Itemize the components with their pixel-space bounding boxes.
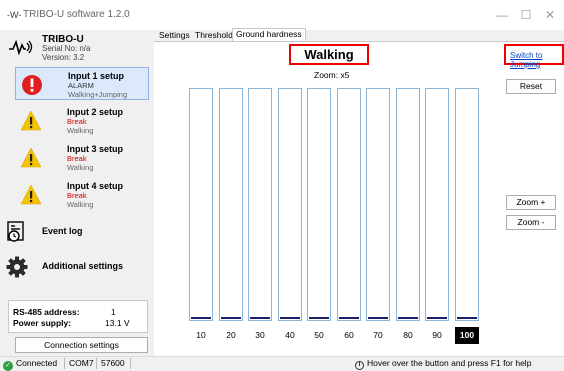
close-button[interactable]: ✕: [536, 6, 564, 24]
level-bar-fill: [398, 317, 418, 319]
level-bar: [337, 88, 361, 321]
level-bar: [278, 88, 302, 321]
divider: [130, 358, 131, 369]
firmware-version: Version: 3.2: [42, 53, 85, 62]
gear-icon: [6, 256, 28, 278]
sidebar-item-input-4[interactable]: Input 4 setup Break Walking: [15, 178, 149, 211]
setup-status: Break: [67, 191, 87, 200]
bar-label[interactable]: 80: [396, 327, 420, 344]
reset-button[interactable]: Reset: [506, 79, 556, 94]
zoom-in-button[interactable]: Zoom +: [506, 195, 556, 210]
level-bar: [455, 88, 479, 321]
level-bar-fill: [280, 317, 300, 319]
level-bar-fill: [368, 317, 388, 319]
level-bar: [366, 88, 390, 321]
signal-wave-icon: [9, 39, 33, 55]
bar-label[interactable]: 90: [425, 327, 449, 344]
setup-status: ALARM: [68, 81, 94, 90]
level-bar: [219, 88, 243, 321]
divider: [64, 358, 65, 369]
divider: [96, 358, 97, 369]
bar-label[interactable]: 60: [337, 327, 361, 344]
setup-name: Input 1 setup: [68, 71, 124, 81]
red-alarm-icon: [22, 75, 42, 95]
sidebar-item-input-3[interactable]: Input 3 setup Break Walking: [15, 141, 149, 174]
yellow-warning-icon: [20, 184, 42, 205]
device-info-box: RS-485 address: 1 Power supply: 13.1 V: [8, 300, 148, 333]
bar-label[interactable]: 30: [248, 327, 272, 344]
mode-title: Walking: [289, 44, 369, 65]
level-bar-fill: [221, 317, 241, 319]
sidebar-item-input-1[interactable]: Input 1 setup ALARM Walking+Jumping: [15, 67, 149, 100]
tab-ground-hardness[interactable]: Ground hardness: [232, 28, 306, 42]
level-bar: [189, 88, 213, 321]
switch-to-jumping-link[interactable]: Switch to Jumping: [510, 51, 564, 69]
bar-label[interactable]: 10: [189, 327, 213, 344]
device-brand: TRIBO-U Serial No: n/a Version: 3.2: [8, 32, 148, 64]
serial-number: Serial No: n/a: [42, 44, 91, 53]
bar-label[interactable]: 50: [307, 327, 331, 344]
setup-status: Break: [67, 117, 87, 126]
sidebar-item-additional-settings[interactable]: Additional settings: [4, 253, 150, 281]
window-title: TRIBO-U software 1.2.0: [23, 9, 130, 20]
zoom-out-button[interactable]: Zoom -: [506, 215, 556, 230]
baud-text: 57600: [101, 358, 125, 368]
setup-name: Input 4 setup: [67, 181, 123, 191]
connection-status: ✓ Connected: [3, 358, 58, 371]
help-hint-text: Hover over the button and press F1 for h…: [367, 358, 532, 368]
event-log-icon: [7, 221, 24, 242]
sidebar-item-event-log[interactable]: Event log: [4, 218, 150, 246]
additional-settings-label: Additional settings: [42, 261, 123, 271]
level-bar-fill: [191, 317, 211, 319]
sidebar-item-input-2[interactable]: Input 2 setup Break Walking: [15, 104, 149, 137]
yellow-warning-icon: [20, 147, 42, 168]
level-bar: [307, 88, 331, 321]
bar-label[interactable]: 100: [455, 327, 479, 344]
level-bar-fill: [339, 317, 359, 319]
level-bar-fill: [427, 317, 447, 319]
bar-label[interactable]: 70: [366, 327, 390, 344]
level-bar: [248, 88, 272, 321]
bar-label[interactable]: 40: [278, 327, 302, 344]
check-circle-icon: ✓: [3, 361, 13, 371]
level-bar: [425, 88, 449, 321]
port-text: COM7: [69, 358, 94, 368]
connected-text: Connected: [16, 358, 58, 368]
level-bar-fill: [250, 317, 270, 319]
setup-name: Input 3 setup: [67, 144, 123, 154]
setup-status: Break: [67, 154, 87, 163]
setup-mode: Walking: [67, 163, 94, 172]
setup-mode: Walking: [67, 200, 94, 209]
rs485-value: 1: [111, 307, 116, 317]
power-value: 13.1 V: [105, 318, 130, 328]
status-bar: ✓ Connected COM7 57600 i Hover over the bu…: [0, 356, 564, 371]
level-bar-fill: [309, 317, 329, 319]
event-log-label: Event log: [42, 226, 83, 236]
yellow-warning-icon: [20, 110, 42, 131]
signal-wave-icon: -W-: [7, 10, 22, 20]
level-bar-fill: [457, 317, 477, 319]
connection-settings-button[interactable]: Connection settings: [15, 337, 148, 353]
level-bar: [396, 88, 420, 321]
setup-mode: Walking+Jumping: [68, 90, 128, 99]
sidebar: TRIBO-U Serial No: n/a Version: 3.2 Inpu…: [0, 30, 154, 356]
rs485-label: RS-485 address:: [13, 307, 80, 317]
title-bar: -W- TRIBO-U software 1.2.0 — ☐ ✕: [0, 0, 564, 30]
zoom-level: Zoom: x5: [314, 70, 350, 80]
ground-hardness-panel: Walking Switch to Jumping Zoom: x5 10 20 3…: [154, 41, 564, 356]
power-label: Power supply:: [13, 318, 72, 328]
setup-name: Input 2 setup: [67, 107, 123, 117]
setup-mode: Walking: [67, 126, 94, 135]
bar-label[interactable]: 20: [219, 327, 243, 344]
help-hint: i Hover over the button and press F1 for …: [355, 358, 532, 370]
